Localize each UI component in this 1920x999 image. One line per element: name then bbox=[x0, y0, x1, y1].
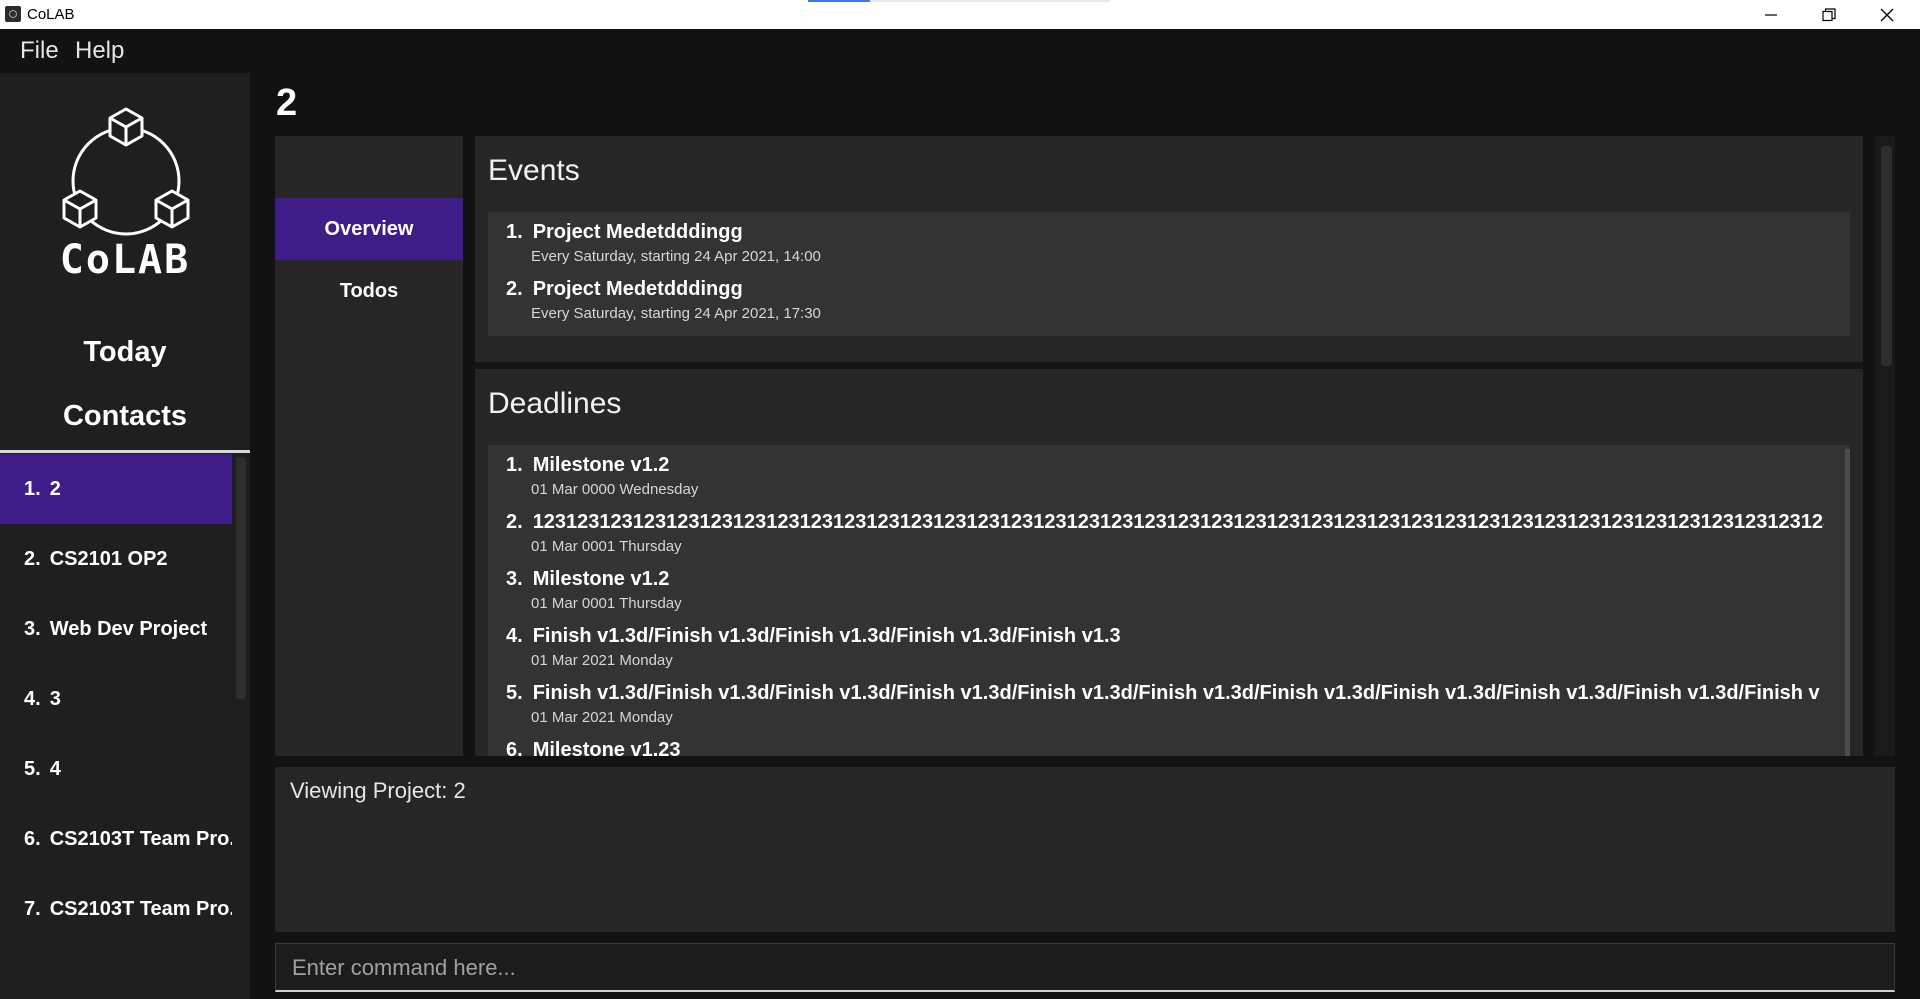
tab-panel: Overview Todos bbox=[275, 136, 463, 756]
event-number: 2. bbox=[506, 278, 523, 300]
project-number: 4. bbox=[24, 687, 41, 710]
deadline-name: 1231231231231231231231231231231231231231… bbox=[532, 511, 1824, 533]
deadlines-section: Deadlines 1. Milestone v1.2 01 Mar 0000 W… bbox=[475, 369, 1863, 756]
deadline-item[interactable]: 2. 12312312312312312312312312312312312312… bbox=[506, 508, 1824, 558]
tab-todos[interactable]: Todos bbox=[275, 260, 463, 322]
deadline-heading: 5. Finish v1.3d/Finish v1.3d/Finish v1.3d… bbox=[506, 679, 1824, 707]
window-title: CoLAB bbox=[27, 6, 75, 23]
result-display: Viewing Project: 2 bbox=[275, 767, 1895, 932]
event-item[interactable]: 1. Project Medetdddingg Every Saturday, s… bbox=[506, 218, 821, 268]
project-item-4[interactable]: 4. 3 bbox=[0, 664, 232, 734]
project-number: 2. bbox=[24, 547, 41, 570]
deadline-heading: 2. 12312312312312312312312312312312312312… bbox=[506, 508, 1824, 536]
menu-bar: File Help bbox=[0, 29, 1920, 73]
events-title: Events bbox=[488, 154, 580, 187]
project-item-2[interactable]: 2. CS2101 OP2 bbox=[0, 524, 232, 594]
project-list: 1. 2 2. CS2101 OP2 3. Web Dev Project 4.… bbox=[0, 454, 232, 999]
event-name: Project Medetdddingg bbox=[532, 278, 743, 300]
event-item[interactable]: 2. Project Medetdddingg Every Saturday, s… bbox=[506, 275, 821, 325]
project-item-5[interactable]: 5. 4 bbox=[0, 734, 232, 804]
deadline-detail: 01 Mar 0000 Wednesday bbox=[531, 481, 699, 498]
deadline-item[interactable]: 3. Milestone v1.2 01 Mar 0001 Thursday bbox=[506, 565, 1824, 615]
tab-overview[interactable]: Overview bbox=[275, 198, 463, 260]
event-detail: Every Saturday, starting 24 Apr 2021, 17… bbox=[531, 305, 821, 322]
project-name: CS2103T Team Pro.. bbox=[49, 827, 232, 850]
deadline-item[interactable]: 6. Milestone v1.23 bbox=[506, 736, 1824, 756]
page-title: 2 bbox=[276, 82, 298, 124]
restore-button[interactable] bbox=[1800, 0, 1858, 29]
deadline-name: Milestone v1.2 bbox=[532, 568, 670, 590]
project-number: 1. bbox=[24, 477, 41, 500]
deadlines-card: 1. Milestone v1.2 01 Mar 0000 Wednesday 2… bbox=[488, 445, 1850, 756]
result-text: Viewing Project: 2 bbox=[290, 778, 466, 803]
sidebar: CoLAB Today Contacts 1. 2 2. CS2101 OP2 … bbox=[0, 73, 250, 999]
project-number: 3. bbox=[24, 617, 41, 640]
event-heading: 2. Project Medetdddingg bbox=[506, 275, 821, 303]
project-item-3[interactable]: 3. Web Dev Project bbox=[0, 594, 232, 664]
deadline-detail: 01 Mar 0001 Thursday bbox=[531, 595, 682, 612]
deadline-item[interactable]: 5. Finish v1.3d/Finish v1.3d/Finish v1.3d… bbox=[506, 679, 1824, 729]
deadlines-title: Deadlines bbox=[488, 387, 622, 420]
menu-file[interactable]: File bbox=[20, 37, 59, 65]
deadline-number: 4. bbox=[506, 625, 523, 647]
project-name: 4 bbox=[49, 757, 61, 780]
content-scrollbar-thumb[interactable] bbox=[1881, 146, 1892, 366]
deadline-detail: 01 Mar 2021 Monday bbox=[531, 652, 673, 669]
deadline-number: 1. bbox=[506, 454, 523, 476]
deadlines-scrollbar[interactable] bbox=[1845, 449, 1850, 756]
close-icon bbox=[1880, 8, 1894, 21]
events-section: Events 1. Project Medetdddingg Every Satu… bbox=[475, 136, 1863, 362]
deadline-name: Milestone v1.2 bbox=[532, 454, 670, 476]
project-list-scrollbar[interactable] bbox=[236, 457, 246, 699]
project-number: 7. bbox=[24, 897, 41, 920]
minimize-button[interactable] bbox=[1742, 0, 1800, 29]
nav-contacts[interactable]: Contacts bbox=[0, 400, 250, 433]
deadline-heading: 1. Milestone v1.2 bbox=[506, 451, 1824, 479]
deadline-heading: 3. Milestone v1.2 bbox=[506, 565, 1824, 593]
project-name: 3 bbox=[49, 687, 61, 710]
deadline-detail: 01 Mar 2021 Monday bbox=[531, 709, 673, 726]
deadline-item[interactable]: 4. Finish v1.3d/Finish v1.3d/Finish v1.3d… bbox=[506, 622, 1824, 672]
title-bar-focus-strip bbox=[808, 0, 1110, 2]
deadline-name: Milestone v1.23 bbox=[532, 739, 681, 756]
nav-today[interactable]: Today bbox=[0, 336, 250, 369]
window-title-bar: CoLAB bbox=[0, 0, 1920, 29]
project-item-7[interactable]: 7. CS2103T Team Pro.. bbox=[0, 874, 232, 944]
event-detail: Every Saturday, starting 24 Apr 2021, 14… bbox=[531, 248, 821, 265]
menu-help[interactable]: Help bbox=[75, 37, 124, 65]
deadline-number: 5. bbox=[506, 682, 523, 704]
events-card: 1. Project Medetdddingg Every Saturday, s… bbox=[488, 212, 1850, 336]
deadline-heading: 4. Finish v1.3d/Finish v1.3d/Finish v1.3d… bbox=[506, 622, 1824, 650]
logo-text: CoLAB bbox=[59, 237, 191, 283]
project-name: CS2103T Team Pro.. bbox=[49, 897, 232, 920]
deadline-number: 3. bbox=[506, 568, 523, 590]
project-number: 6. bbox=[24, 827, 41, 850]
deadline-number: 2. bbox=[506, 511, 523, 533]
event-name: Project Medetdddingg bbox=[532, 221, 743, 243]
project-name: 2 bbox=[49, 477, 61, 500]
project-name: CS2101 OP2 bbox=[49, 547, 168, 570]
deadline-number: 6. bbox=[506, 739, 523, 756]
deadline-heading: 6. Milestone v1.23 bbox=[506, 736, 1824, 756]
close-button[interactable] bbox=[1858, 0, 1916, 29]
deadline-item[interactable]: 1. Milestone v1.2 01 Mar 0000 Wednesday bbox=[506, 451, 1824, 501]
event-heading: 1. Project Medetdddingg bbox=[506, 218, 821, 246]
project-item-1[interactable]: 1. 2 bbox=[0, 454, 232, 524]
app-icon bbox=[5, 6, 21, 22]
restore-icon bbox=[1822, 7, 1836, 21]
event-number: 1. bbox=[506, 221, 523, 243]
deadline-name: Finish v1.3d/Finish v1.3d/Finish v1.3d/F… bbox=[532, 625, 1121, 647]
command-input[interactable] bbox=[290, 944, 1874, 992]
project-item-6[interactable]: 6. CS2103T Team Pro.. bbox=[0, 804, 232, 874]
command-box bbox=[275, 943, 1895, 992]
deadline-name: Finish v1.3d/Finish v1.3d/Finish v1.3d/F… bbox=[532, 682, 1820, 704]
overview-content: Events 1. Project Medetdddingg Every Satu… bbox=[475, 136, 1863, 756]
minimize-icon bbox=[1765, 13, 1777, 16]
deadline-detail: 01 Mar 0001 Thursday bbox=[531, 538, 682, 555]
sidebar-divider bbox=[0, 450, 250, 453]
project-name: Web Dev Project bbox=[49, 617, 208, 640]
project-number: 5. bbox=[24, 757, 41, 780]
